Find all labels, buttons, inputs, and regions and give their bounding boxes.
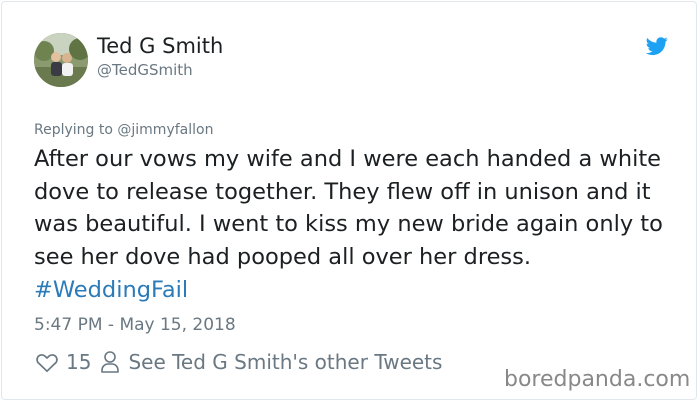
other-tweets-label: See Ted G Smith's other Tweets [128, 350, 443, 374]
tweet-actions: 15 See Ted G Smith's other Tweets [34, 347, 442, 377]
reply-to-link[interactable]: @jimmyfallon [117, 122, 213, 138]
twitter-bird-glyph [645, 37, 668, 56]
like-button[interactable]: 15 [34, 350, 91, 374]
reply-context: Replying to @jimmyfallon [34, 122, 213, 138]
other-tweets-link[interactable]: See Ted G Smith's other Tweets [101, 350, 442, 374]
tweet-timestamp[interactable]: 5:47 PM - May 15, 2018 [34, 315, 236, 335]
avatar[interactable] [34, 33, 88, 87]
person-icon [101, 350, 120, 374]
like-count: 15 [66, 350, 92, 374]
tweet-body: After our vows my wife and I were each h… [34, 146, 663, 271]
tweet-text: After our vows my wife and I were each h… [34, 143, 674, 307]
hashtag-link[interactable]: #WeddingFail [34, 277, 188, 303]
avatar-photo [34, 33, 88, 87]
twitter-bird-icon[interactable] [644, 35, 670, 57]
tweet-card: Ted G Smith @TedGSmith Replying to @jimm… [1, 1, 697, 400]
heart-icon [34, 350, 60, 374]
reply-prefix: Replying to [34, 122, 113, 138]
site-watermark: boredpanda.com [504, 367, 691, 392]
author-name[interactable]: Ted G Smith [97, 34, 223, 58]
author-handle[interactable]: @TedGSmith [97, 61, 193, 79]
